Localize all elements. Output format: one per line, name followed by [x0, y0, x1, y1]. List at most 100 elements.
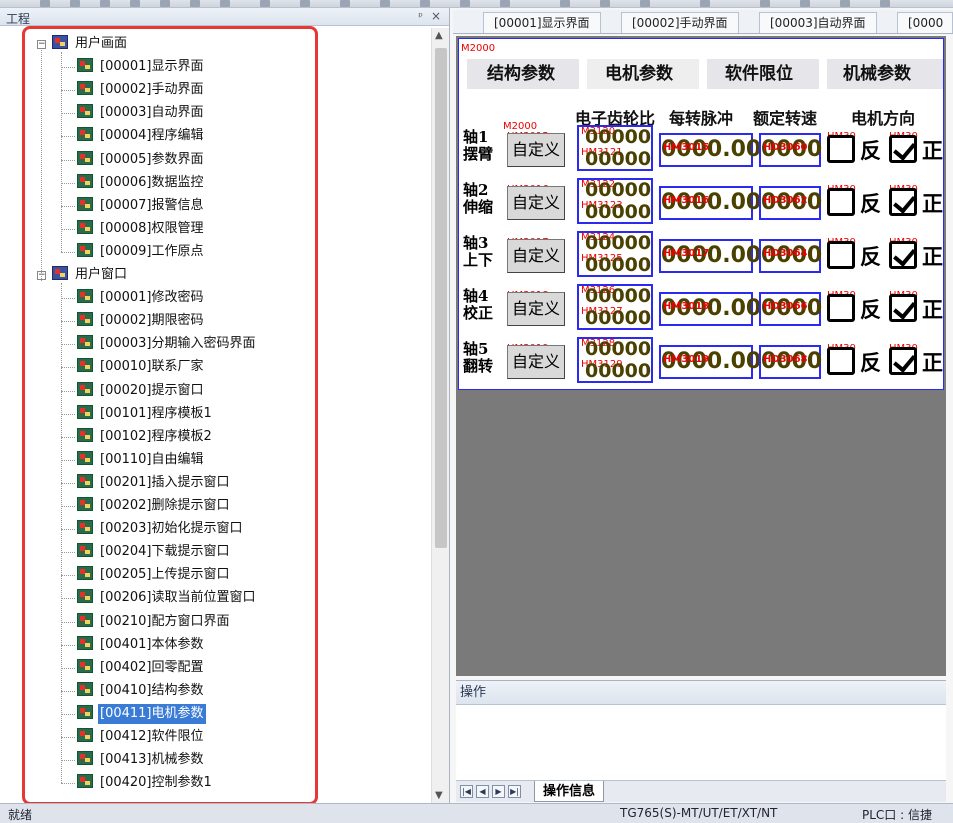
- toolbar-button-icon[interactable]: [640, 0, 650, 7]
- gear-numerator[interactable]: 00000: [585, 127, 651, 148]
- tree-item[interactable]: [00206]读取当前位置窗口: [77, 588, 258, 608]
- tree-item[interactable]: [00001]显示界面: [77, 57, 206, 77]
- ptab-structure[interactable]: 结构参数: [467, 59, 579, 89]
- operation-info-tab[interactable]: 操作信息: [534, 781, 605, 802]
- ptab-soft-limit[interactable]: 软件限位: [707, 59, 819, 89]
- toolbar-button-icon[interactable]: [460, 0, 470, 7]
- tree-item[interactable]: [00007]报警信息: [77, 196, 206, 216]
- pulses-per-rev-field[interactable]: HM3017 0000.00: [659, 239, 761, 273]
- toolbar-button-icon[interactable]: [300, 0, 310, 7]
- next-page-icon[interactable]: ▶: [492, 785, 505, 798]
- gear-denominator[interactable]: 00000: [585, 361, 651, 382]
- tree-item[interactable]: [00001]修改密码: [77, 288, 206, 308]
- tree-item[interactable]: [00204]下载提示窗口: [77, 542, 232, 562]
- reverse-checkbox[interactable]: [827, 135, 855, 163]
- tree-expander[interactable]: −: [37, 40, 46, 49]
- reverse-checkbox[interactable]: [827, 188, 855, 216]
- gear-denominator[interactable]: 00000: [585, 202, 651, 223]
- forward-checkbox[interactable]: [889, 294, 917, 322]
- forward-checkbox[interactable]: [889, 241, 917, 269]
- ptab-mechanical[interactable]: 机械参数: [827, 59, 943, 89]
- tree-item[interactable]: [00401]本体参数: [77, 635, 206, 655]
- hmi-screen[interactable]: M2000 结构参数 电机参数 软件限位 机械参数 电子齿轮比 每转脉冲 额定转…: [458, 38, 944, 390]
- toolbar-button-icon[interactable]: [760, 0, 770, 7]
- toolbar-button-icon[interactable]: [560, 0, 570, 7]
- tree-item[interactable]: [00020]提示窗口: [77, 381, 206, 401]
- tree-item[interactable]: [00411]电机参数: [77, 703, 206, 724]
- toolbar-button-icon[interactable]: [260, 0, 270, 7]
- custom-button[interactable]: 自定义: [507, 133, 565, 167]
- tree-item[interactable]: [00002]手动界面: [77, 80, 206, 100]
- tree-item[interactable]: [00003]分期输入密码界面: [77, 334, 258, 354]
- tree-item[interactable]: [00413]机械参数: [77, 750, 206, 770]
- tree-item[interactable]: [00420]控制参数1: [77, 773, 214, 793]
- tree-item[interactable]: [00202]删除提示窗口: [77, 496, 232, 516]
- tree-scrollbar[interactable]: ▲ ▼: [431, 28, 449, 803]
- tree-item[interactable]: [00005]参数界面: [77, 150, 206, 170]
- tree-item[interactable]: [00210]配方窗口界面: [77, 612, 232, 632]
- tree-item[interactable]: [00010]联系厂家: [77, 357, 206, 377]
- toolbar-button-icon[interactable]: [420, 0, 430, 7]
- gear-numerator[interactable]: 00000: [585, 339, 651, 360]
- doc-tab-1[interactable]: [00001]显示界面: [483, 12, 601, 33]
- toolbar-button-icon[interactable]: [130, 0, 140, 7]
- gear-denominator[interactable]: 00000: [585, 149, 651, 170]
- tree-item[interactable]: [00410]结构参数: [77, 681, 206, 701]
- toolbar-button-icon[interactable]: [220, 0, 230, 7]
- scroll-down-icon[interactable]: ▼: [435, 790, 443, 801]
- rated-speed-field[interactable]: HD3064 0000: [759, 239, 822, 273]
- first-page-icon[interactable]: |◀: [460, 785, 473, 798]
- toolbar-button-icon[interactable]: [40, 0, 50, 7]
- gear-ratio-box[interactable]: M3120 00000 HM3121 00000: [577, 125, 653, 171]
- pulses-per-rev-field[interactable]: HM3015 0000.00: [659, 133, 761, 167]
- gear-ratio-box[interactable]: M3126 00000 HM3127 00000: [577, 284, 653, 330]
- close-icon[interactable]: ×: [431, 9, 441, 23]
- tree-group-0[interactable]: 用户画面: [52, 34, 129, 54]
- forward-checkbox[interactable]: [889, 188, 917, 216]
- reverse-checkbox[interactable]: [827, 241, 855, 269]
- reverse-checkbox[interactable]: [827, 294, 855, 322]
- doc-tab-2[interactable]: [00002]手动界面: [621, 12, 739, 33]
- doc-tab-3[interactable]: [00003]自动界面: [759, 12, 877, 33]
- tree-item[interactable]: [00006]数据监控: [77, 173, 206, 193]
- custom-button[interactable]: 自定义: [507, 292, 565, 326]
- rated-speed-field[interactable]: HD3060 0000: [759, 133, 822, 167]
- scrollbar-thumb[interactable]: [435, 48, 447, 548]
- tree-item[interactable]: [00412]软件限位: [77, 727, 206, 747]
- toolbar-button-icon[interactable]: [500, 0, 510, 7]
- gear-numerator[interactable]: 00000: [585, 233, 651, 254]
- gear-denominator[interactable]: 00000: [585, 255, 651, 276]
- tree-item[interactable]: [00008]权限管理: [77, 219, 206, 239]
- custom-button[interactable]: 自定义: [507, 345, 565, 379]
- gear-numerator[interactable]: 00000: [585, 180, 651, 201]
- tree-item[interactable]: [00002]期限密码: [77, 311, 206, 331]
- tree-item[interactable]: [00009]工作原点: [77, 242, 206, 262]
- ptab-motor[interactable]: 电机参数: [587, 59, 699, 89]
- pulses-per-rev-field[interactable]: HM3019 0000.00: [659, 345, 761, 379]
- gear-ratio-box[interactable]: M3124 00000 HM3125 00000: [577, 231, 653, 277]
- last-page-icon[interactable]: ▶|: [508, 785, 521, 798]
- doc-tab-4[interactable]: [0000: [897, 12, 953, 33]
- toolbar-button-icon[interactable]: [100, 0, 110, 7]
- scroll-up-icon[interactable]: ▲: [435, 30, 443, 41]
- toolbar-button-icon[interactable]: [380, 0, 390, 7]
- toolbar-button-icon[interactable]: [340, 0, 350, 7]
- custom-button[interactable]: 自定义: [507, 239, 565, 273]
- tree-item[interactable]: [00004]程序编辑: [77, 126, 206, 146]
- rated-speed-field[interactable]: HD3062 0000: [759, 186, 822, 220]
- tree-group-1[interactable]: 用户窗口: [52, 265, 129, 285]
- rated-speed-field[interactable]: HD3068 0000: [759, 345, 822, 379]
- tree-item[interactable]: [00110]自由编辑: [77, 450, 206, 470]
- pin-icon[interactable]: ᵖ: [418, 10, 423, 23]
- tree-item[interactable]: [00003]自动界面: [77, 103, 206, 123]
- reverse-checkbox[interactable]: [827, 347, 855, 375]
- tree-item[interactable]: [00201]插入提示窗口: [77, 473, 232, 493]
- tree-item[interactable]: [00402]回零配置: [77, 658, 206, 678]
- toolbar-button-icon[interactable]: [70, 0, 80, 7]
- gear-ratio-box[interactable]: M3122 00000 HM3123 00000: [577, 178, 653, 224]
- toolbar-button-icon[interactable]: [700, 0, 710, 7]
- tree-item[interactable]: [00203]初始化提示窗口: [77, 519, 245, 539]
- toolbar-button-icon[interactable]: [880, 0, 890, 7]
- custom-button[interactable]: 自定义: [507, 186, 565, 220]
- toolbar-button-icon[interactable]: [840, 0, 850, 7]
